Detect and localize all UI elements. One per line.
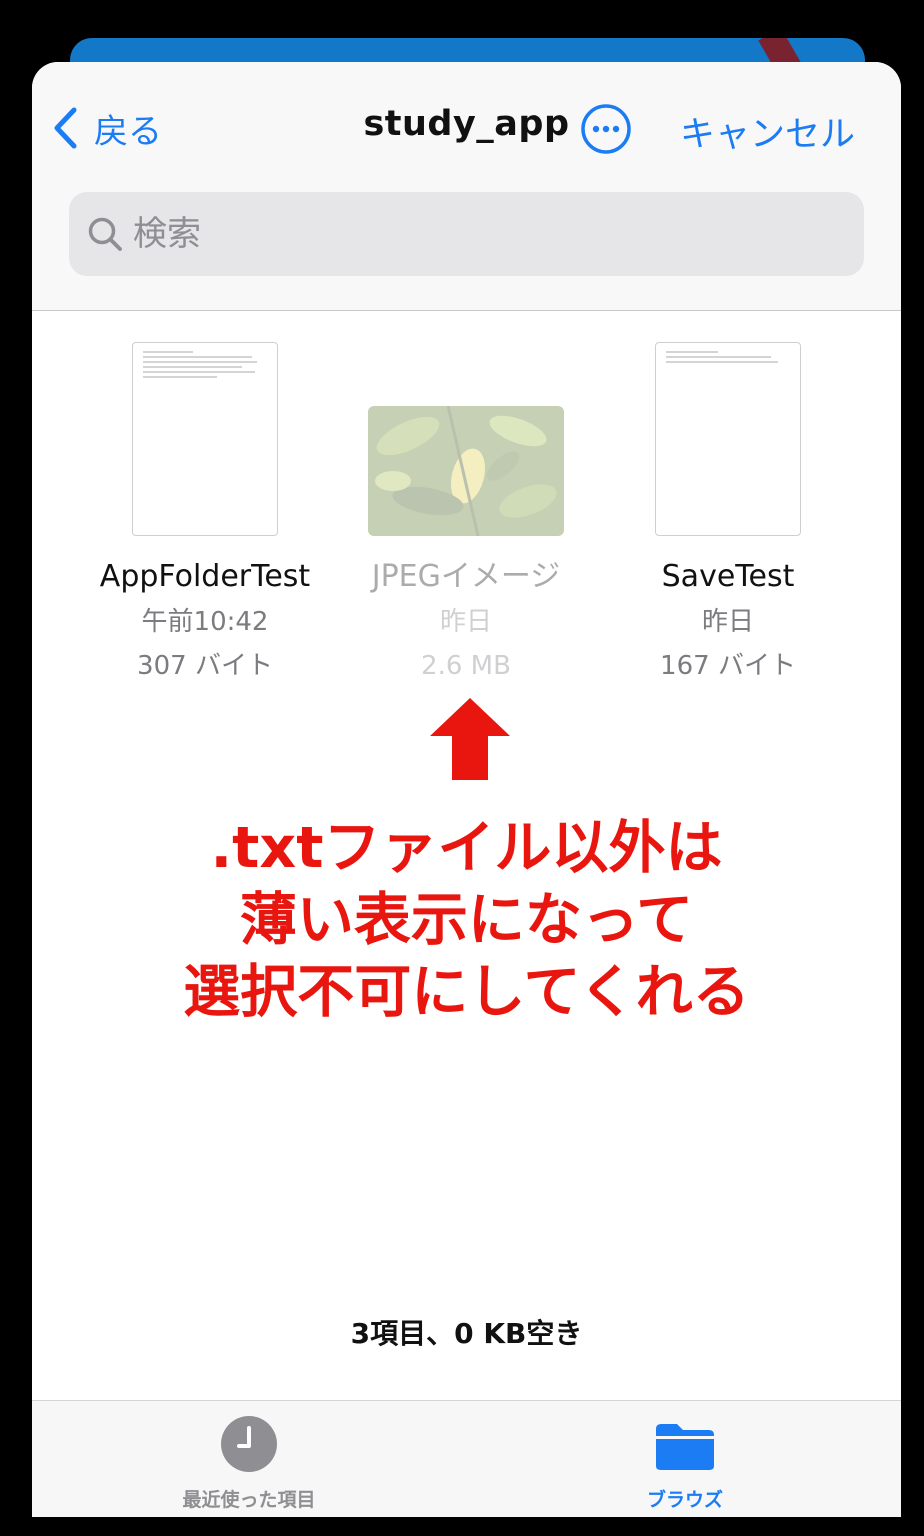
clock-icon (221, 1416, 277, 1472)
file-size: 2.6 MB (421, 651, 511, 681)
annotation-line: .txtファイル以外は (210, 815, 723, 881)
navigation-bar: 戻る study_app キャンセル (32, 62, 901, 192)
folder-icon (656, 1424, 714, 1470)
red-arrow-up-icon (430, 698, 510, 780)
file-date: 昨日 (439, 607, 492, 637)
file-name: JPEGイメージ (371, 559, 561, 594)
tab-label: 最近使った項目 (182, 1489, 316, 1511)
item-count-status: 3項目、0 KB空き (350, 1317, 583, 1350)
file-size: 167 バイト (660, 651, 796, 681)
annotation-text: .txtファイル以外は 薄い表示になって 選択不可にしてくれる (32, 812, 901, 1028)
file-date: 午前10:42 (141, 607, 269, 637)
file-name: SaveTest (661, 559, 795, 594)
chevron-left-icon (54, 107, 77, 149)
search-bar-area (32, 192, 901, 311)
back-button[interactable]: 戻る (52, 106, 162, 152)
tab-browse[interactable]: ブラウズ (560, 1401, 810, 1517)
more-options-button[interactable] (580, 103, 632, 155)
file-item-appfoldertest[interactable]: AppFolderTest 午前10:42 307 バイト (80, 342, 330, 688)
leaf-photo-image (368, 406, 564, 536)
search-icon (88, 217, 122, 251)
file-item-jpeg-image: JPEGイメージ 昨日 2.6 MB (341, 342, 591, 688)
text-file-thumbnail (655, 342, 801, 536)
tab-recents[interactable]: 最近使った項目 (124, 1401, 374, 1517)
back-label: 戻る (94, 111, 162, 152)
cancel-button[interactable]: キャンセル (680, 106, 855, 157)
ellipsis-circle-icon (581, 104, 631, 154)
search-field[interactable] (69, 192, 864, 276)
screenshot-frame: 戻る study_app キャンセル 検索 AppFolderTest 午前10… (0, 0, 924, 1536)
file-picker-sheet: 戻る study_app キャンセル 検索 AppFolderTest 午前10… (32, 62, 901, 1517)
file-size: 307 バイト (137, 651, 273, 681)
annotation-line: 選択不可にしてくれる (183, 959, 750, 1025)
jpeg-image-thumbnail (368, 406, 564, 536)
file-date: 昨日 (701, 607, 754, 637)
file-item-savetest[interactable]: SaveTest 昨日 167 バイト (603, 342, 853, 688)
tab-label: ブラウズ (646, 1489, 723, 1511)
text-file-thumbnail (132, 342, 278, 536)
file-name: AppFolderTest (99, 559, 311, 594)
search-input[interactable] (133, 214, 773, 254)
tab-bar: 最近使った項目 ブラウズ (32, 1400, 901, 1517)
annotation-line: 薄い表示になって (239, 887, 694, 953)
